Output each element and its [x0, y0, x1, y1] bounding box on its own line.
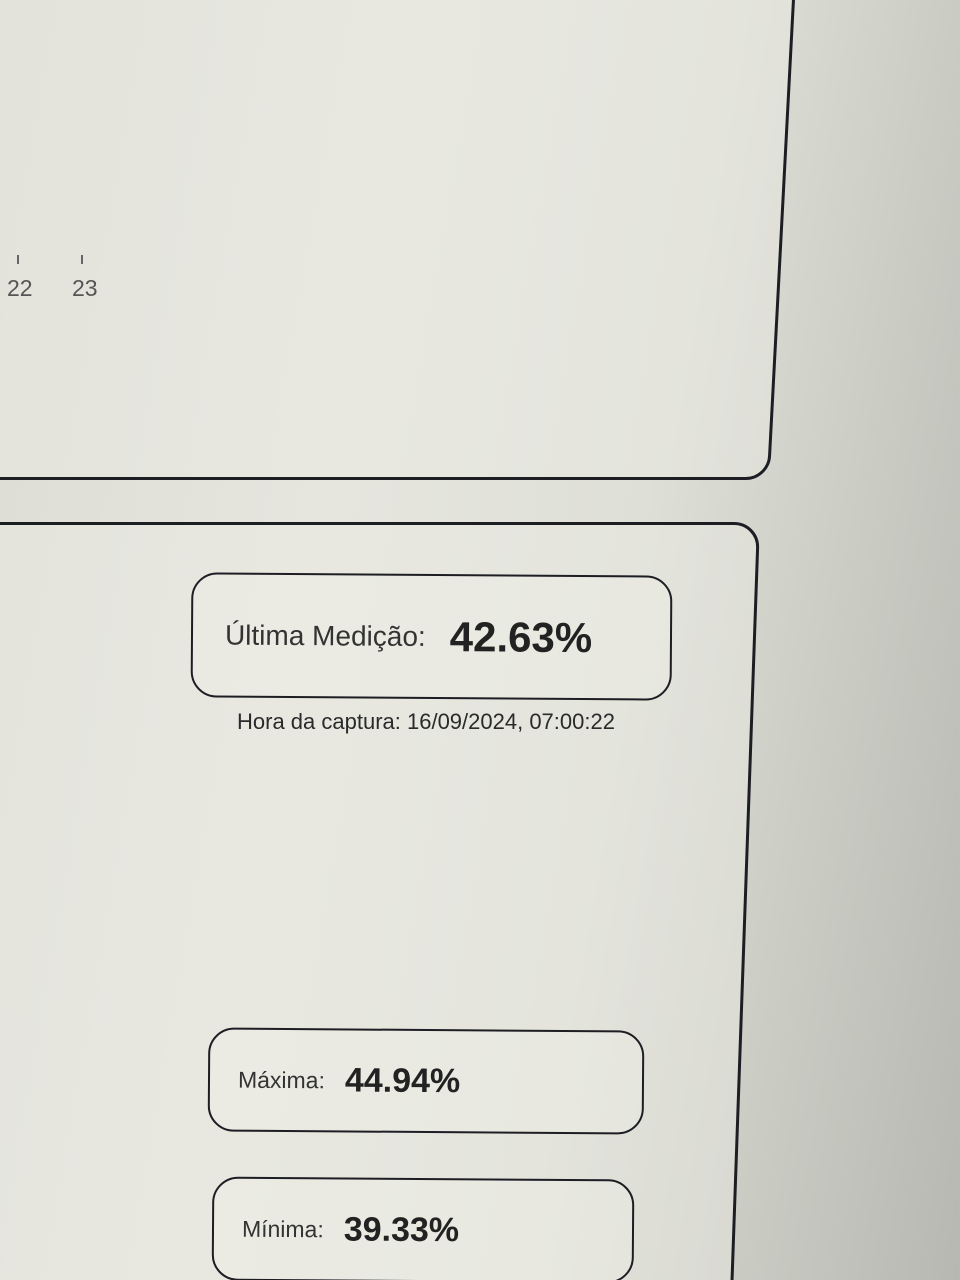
minimum-card: Mínima: 39.33%: [211, 1176, 635, 1280]
minimum-value: 39.33%: [343, 1209, 460, 1249]
last-measurement-label: Última Medição:: [224, 619, 426, 652]
dashboard-page: 22 23 Última Medição: 42.63% Hora da cap…: [0, 0, 960, 1280]
x-axis-tick-label: 23: [72, 275, 98, 301]
capture-time-text: Hora da captura: 16/09/2024, 07:00:22: [237, 709, 615, 734]
x-axis-tick-22: [17, 255, 19, 264]
minimum-label: Mínima:: [241, 1215, 324, 1242]
chart-panel: [0, 0, 796, 480]
last-measurement-card: Última Medição: 42.63%: [190, 572, 673, 701]
x-axis-tick-23: [81, 255, 83, 264]
last-measurement-value: 42.63%: [449, 612, 593, 661]
x-axis-tick-label: 22: [7, 275, 33, 301]
maximum-value: 44.94%: [344, 1060, 461, 1100]
maximum-label: Máxima:: [237, 1066, 326, 1093]
maximum-card: Máxima: 44.94%: [207, 1027, 645, 1135]
